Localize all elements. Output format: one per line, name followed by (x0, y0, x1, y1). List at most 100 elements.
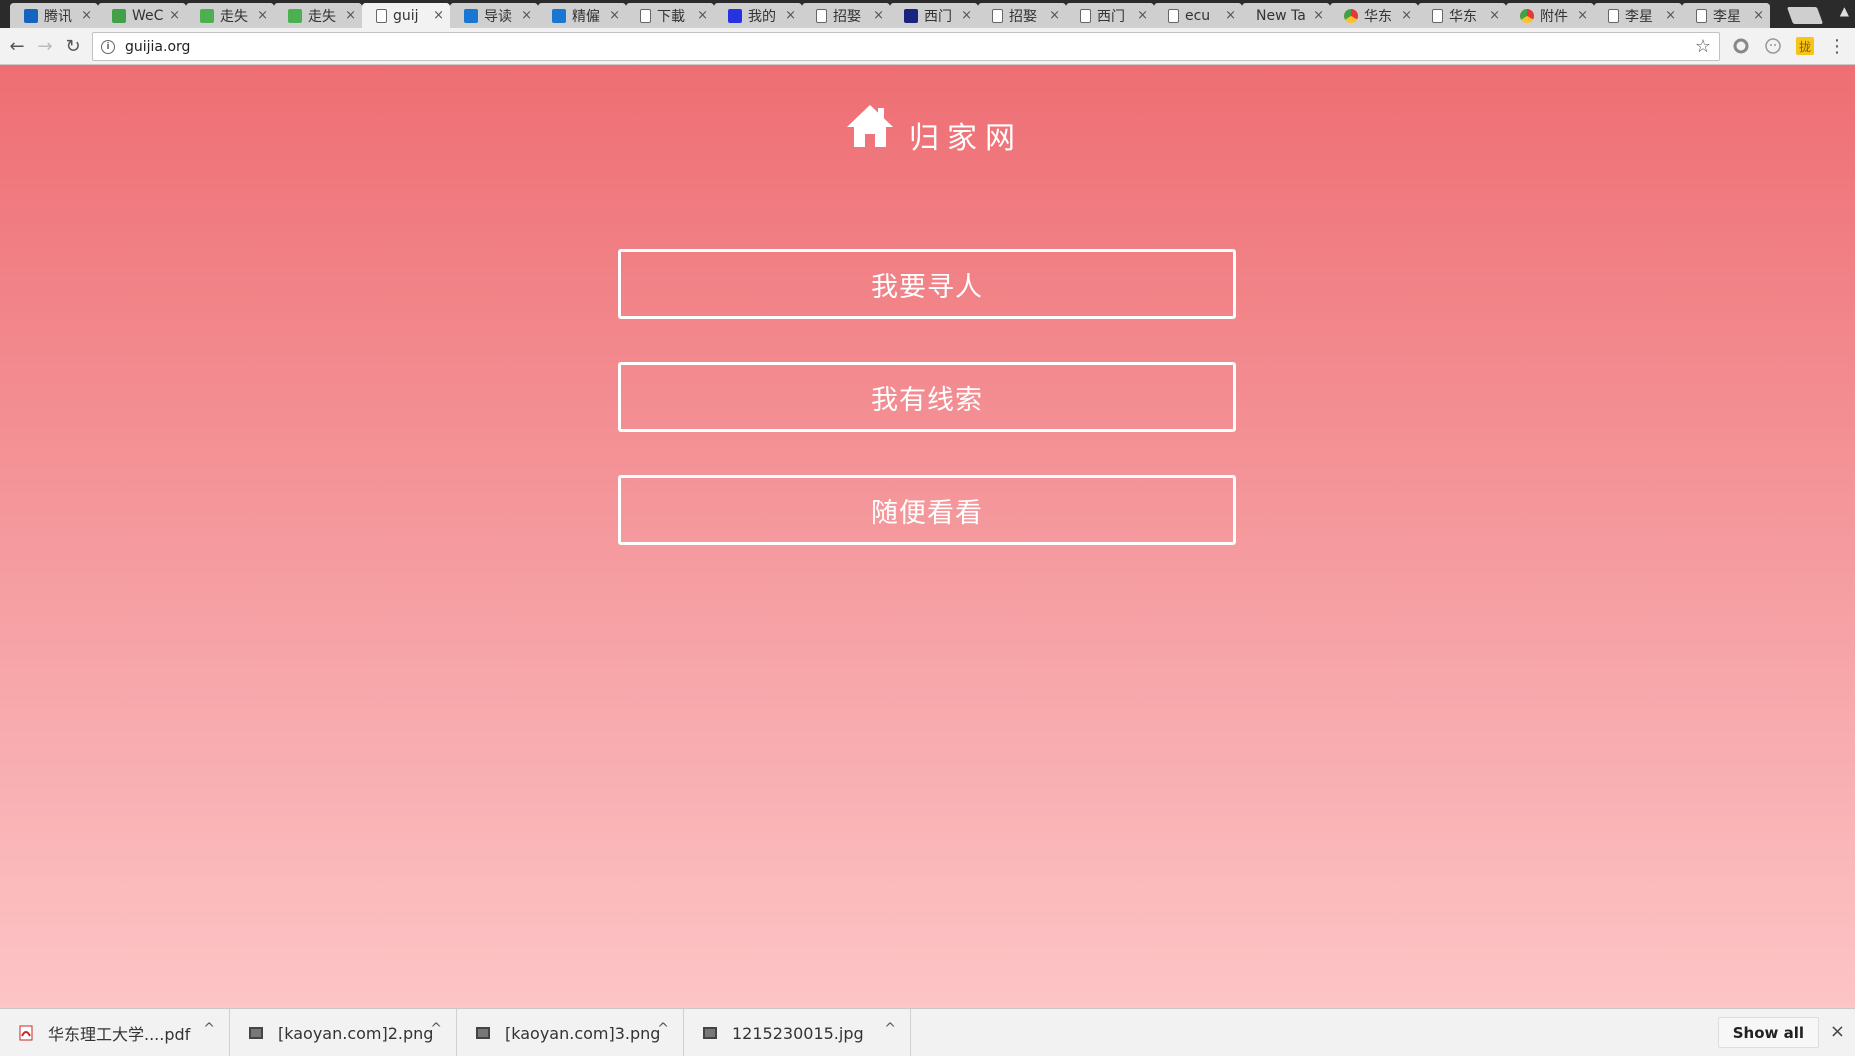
tab-13[interactable]: ecu × (1154, 3, 1242, 28)
home-icon (847, 105, 893, 147)
tab-title: 招娶 (833, 8, 861, 25)
forward-button[interactable]: → (34, 35, 56, 57)
image-file-icon (703, 1027, 717, 1039)
tab-close-icon[interactable]: × (609, 8, 620, 23)
tab-title: 精僱 (572, 8, 600, 25)
download-item-jpg[interactable]: 1215230015.jpg ^ (684, 1009, 911, 1056)
tab-close-icon[interactable]: × (345, 8, 356, 23)
tab-close-icon[interactable]: × (785, 8, 796, 23)
site-logo[interactable]: 归家网 (845, 103, 1023, 156)
tab-title: 我的 (748, 8, 776, 25)
tab-close-icon[interactable]: × (1577, 8, 1588, 23)
page-icon (1432, 8, 1443, 23)
new-tab-button[interactable] (1786, 7, 1824, 24)
browse-label: 随便看看 (871, 497, 983, 529)
tab-close-icon[interactable]: × (697, 8, 708, 23)
tab-2[interactable]: 走失 × (186, 3, 274, 28)
download-name: 华东理工大学....pdf (48, 1025, 191, 1044)
tab-close-icon[interactable]: × (433, 8, 444, 23)
tab-close-icon[interactable]: × (257, 8, 268, 23)
tab-close-icon[interactable]: × (1665, 8, 1676, 23)
tab-8[interactable]: 我的 × (714, 3, 802, 28)
browser-toolbar: ← → ↻ i guijia.org ☆ 拢 ⋮ (0, 28, 1855, 65)
chrome-icon (1344, 8, 1358, 23)
page-content: 归家网 我要寻人 我有线索 随便看看 (0, 65, 1855, 1008)
k-icon (464, 8, 478, 23)
page-icon (376, 8, 387, 23)
tab-close-icon[interactable]: × (521, 8, 532, 23)
bookmark-star-icon[interactable]: ☆ (1695, 36, 1711, 57)
wechat-web-icon (112, 8, 126, 23)
tab-close-icon[interactable]: × (961, 8, 972, 23)
tab-title: 走失 (220, 8, 248, 25)
tab-close-icon[interactable]: × (1753, 8, 1764, 23)
close-shelf-icon[interactable]: × (1830, 1021, 1845, 1042)
crown-icon (904, 8, 918, 23)
find-person-button[interactable]: 我要寻人 (618, 249, 1236, 319)
tab-close-icon[interactable]: × (1489, 8, 1500, 23)
back-button[interactable]: ← (6, 35, 28, 57)
tab-1[interactable]: WeC × (98, 3, 186, 28)
address-bar[interactable]: i guijia.org ☆ (92, 32, 1720, 61)
tab-10[interactable]: 西门 × (890, 3, 978, 28)
download-menu-caret-icon[interactable]: ^ (884, 1021, 896, 1037)
reload-button[interactable]: ↻ (62, 35, 84, 57)
download-menu-caret-icon[interactable]: ^ (203, 1021, 215, 1037)
site-name: 归家网 (909, 121, 1023, 156)
image-file-icon (249, 1027, 263, 1039)
user-profile-icon[interactable]: ▲ (1840, 4, 1849, 18)
tab-3[interactable]: 走失 × (274, 3, 362, 28)
tab-17[interactable]: 附件 × (1506, 3, 1594, 28)
tab-close-icon[interactable]: × (873, 8, 884, 23)
tab-14[interactable]: New Ta × (1242, 3, 1330, 28)
tab-close-icon[interactable]: × (1049, 8, 1060, 23)
browse-button[interactable]: 随便看看 (618, 475, 1236, 545)
pdf-icon (19, 1025, 33, 1041)
tab-6[interactable]: 精僱 × (538, 3, 626, 28)
tab-16[interactable]: 华东 × (1418, 3, 1506, 28)
wechat-icon (200, 8, 214, 23)
tab-15[interactable]: 华东 × (1330, 3, 1418, 28)
extension-circle-icon[interactable] (1732, 37, 1750, 55)
tab-11[interactable]: 招娶 × (978, 3, 1066, 28)
download-menu-caret-icon[interactable]: ^ (430, 1021, 442, 1037)
tab-close-icon[interactable]: × (1313, 8, 1324, 23)
download-item-png-3[interactable]: [kaoyan.com]3.png ^ (457, 1009, 684, 1056)
tab-close-icon[interactable]: × (169, 8, 180, 23)
tab-4[interactable]: guij × (362, 3, 450, 28)
tab-0[interactable]: 腾讯 × (10, 3, 98, 28)
tab-title: WeC (132, 7, 164, 24)
tab-close-icon[interactable]: × (81, 8, 92, 23)
extension-translate-icon[interactable]: 拢 (1796, 37, 1814, 55)
download-shelf: 华东理工大学....pdf ^ [kaoyan.com]2.png ^ [kao… (0, 1008, 1855, 1056)
report-clue-button[interactable]: 我有线索 (618, 362, 1236, 432)
show-all-downloads-button[interactable]: Show all (1717, 1017, 1819, 1048)
chrome-icon (1520, 8, 1534, 23)
url-text[interactable]: guijia.org (125, 39, 190, 55)
page-icon (992, 8, 1003, 23)
tab-18[interactable]: 李星 × (1594, 3, 1682, 28)
tab-7[interactable]: 下載 × (626, 3, 714, 28)
page-icon (1080, 8, 1091, 23)
download-name: 1215230015.jpg (732, 1023, 864, 1043)
extension-ghost-icon[interactable] (1764, 37, 1782, 55)
download-item-png-2[interactable]: [kaoyan.com]2.png ^ (230, 1009, 457, 1056)
download-menu-caret-icon[interactable]: ^ (657, 1021, 669, 1037)
tab-12[interactable]: 西门 × (1066, 3, 1154, 28)
tab-9[interactable]: 招娶 × (802, 3, 890, 28)
tab-19[interactable]: 李星 × (1682, 3, 1770, 28)
page-icon (1608, 8, 1619, 23)
tab-close-icon[interactable]: × (1225, 8, 1236, 23)
tab-5[interactable]: 导读 × (450, 3, 538, 28)
k-icon (552, 8, 566, 23)
site-info-icon[interactable]: i (101, 39, 115, 54)
download-item-pdf[interactable]: 华东理工大学....pdf ^ (0, 1009, 230, 1056)
tab-title: 下載 (657, 8, 685, 25)
tab-close-icon[interactable]: × (1401, 8, 1412, 23)
tab-title: 导读 (484, 8, 512, 25)
page-icon (1696, 8, 1707, 23)
tab-close-icon[interactable]: × (1137, 8, 1148, 23)
tab-title: 腾讯 (44, 8, 72, 25)
wechat-icon (288, 8, 302, 23)
chrome-menu-icon[interactable]: ⋮ (1828, 36, 1846, 57)
